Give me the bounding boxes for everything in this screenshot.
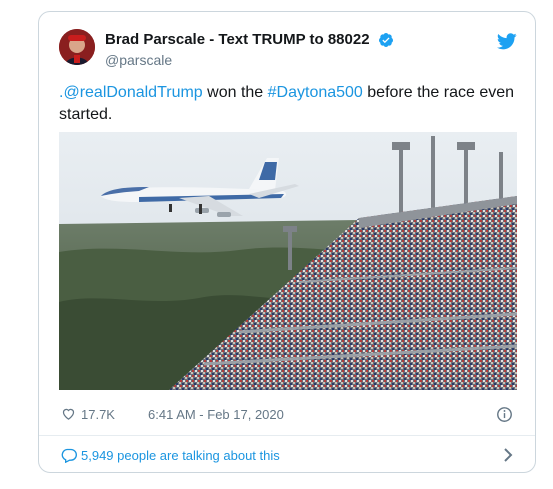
airplane-over-stands-image <box>59 132 517 390</box>
mention-link[interactable]: .@realDonaldTrump <box>59 84 203 101</box>
timestamp[interactable]: 6:41 AM - Feb 17, 2020 <box>148 407 284 422</box>
verified-badge-icon <box>379 32 394 47</box>
tweet-photo[interactable] <box>59 132 517 390</box>
chevron-right-icon <box>504 448 513 462</box>
tweet-card: Brad Parscale - Text TRUMP to 88022 @par… <box>38 11 536 473</box>
like-count[interactable]: 17.7K <box>81 407 115 422</box>
handle[interactable]: @parscale <box>105 52 394 68</box>
author-names: Brad Parscale - Text TRUMP to 88022 @par… <box>105 31 394 68</box>
display-name[interactable]: Brad Parscale - Text TRUMP to 88022 <box>105 31 370 48</box>
tweet-header: Brad Parscale - Text TRUMP to 88022 @par… <box>59 29 517 75</box>
info-icon[interactable] <box>496 406 513 423</box>
conversation-link[interactable]: 5,949 people are talking about this <box>61 446 515 466</box>
twitter-bird-icon[interactable] <box>497 33 517 50</box>
avatar[interactable] <box>59 29 95 65</box>
conversation-count: 5,949 people are talking about this <box>81 448 280 463</box>
tweet-text-middle: won the <box>202 84 268 101</box>
hashtag-link[interactable]: #Daytona500 <box>268 84 363 101</box>
divider <box>39 435 535 436</box>
tweet-text: .@realDonaldTrump won the #Daytona500 be… <box>59 82 519 126</box>
avatar-image <box>59 29 95 65</box>
tweet-meta: 17.7K 6:41 AM - Feb 17, 2020 <box>61 405 513 425</box>
heart-icon[interactable] <box>61 406 76 421</box>
speech-bubble-icon <box>61 448 77 463</box>
